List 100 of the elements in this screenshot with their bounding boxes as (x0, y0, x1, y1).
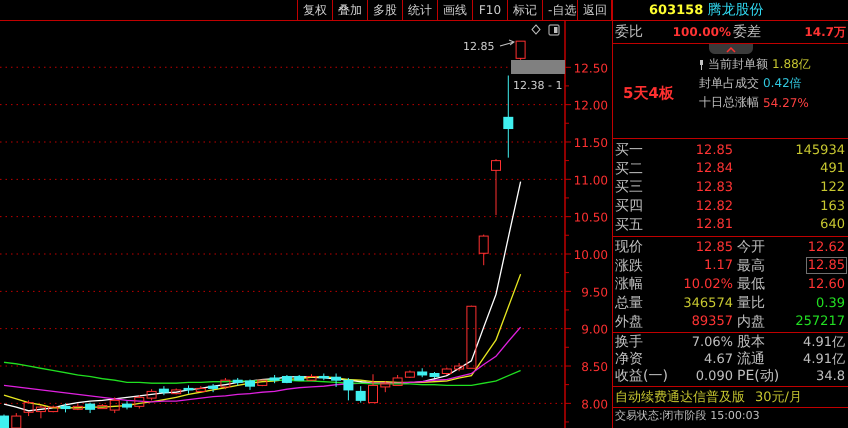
quote-value: 1.17 (703, 258, 733, 274)
bid-level-label: 买五 (615, 216, 644, 234)
bid-level-label: 买一 (615, 141, 644, 160)
limit-info-value: 1.88亿 (772, 56, 811, 73)
quote-label: 最高 (736, 256, 766, 275)
candlestick (491, 158, 501, 216)
fundamental-label: 换手 (615, 333, 644, 352)
bid-level-label: 买三 (615, 178, 644, 196)
price-axis-label: 8.00 (581, 397, 608, 412)
candlestick (232, 377, 243, 386)
quote-label: 涨幅 (615, 275, 644, 294)
limit-info-label: 当前封单额 (708, 56, 768, 73)
fundamental-value: 34.8 (815, 368, 846, 384)
panel-toggle-icon[interactable] (548, 24, 560, 36)
quote-value: 257217 (794, 314, 846, 330)
quote-label: 涨跌 (615, 256, 644, 275)
tooltip-background (511, 60, 565, 74)
price-axis-label: 11.00 (574, 173, 608, 188)
stock-name: 腾龙股份 (707, 1, 764, 19)
price-axis-label: 8.50 (581, 360, 608, 374)
candlestick (343, 377, 354, 401)
toolbar-button[interactable]: -自选 (542, 0, 577, 20)
bid-price: 12.84 (694, 161, 733, 176)
diamond-icon (531, 24, 541, 35)
limit-streak-label: 5天4板 (623, 84, 675, 103)
bid-level-label: 买四 (615, 197, 644, 216)
candlestick (257, 378, 268, 387)
candlestick (220, 377, 230, 390)
toolbar-button[interactable]: 返回 (577, 0, 612, 20)
price-axis-label: 10.00 (574, 248, 608, 262)
candlestick (146, 388, 157, 401)
price-axis-label: 9.00 (581, 322, 608, 337)
order-diff-label: 委差 (733, 23, 761, 41)
order-ratio-label: 委比 (615, 23, 643, 41)
candlestick (454, 362, 464, 372)
candlestick (36, 405, 46, 419)
bid-volume: 122 (819, 180, 846, 195)
fundamental-label: 收益(一) (615, 367, 669, 386)
fundamental-value: 0.090 (694, 368, 733, 384)
quote-label: 量比 (736, 294, 766, 312)
quote-value: 12.62 (806, 240, 846, 255)
price-axis-label: 11.50 (574, 136, 608, 150)
candlestick (442, 367, 452, 376)
candlestick (60, 402, 70, 413)
quote-label: 内盘 (736, 312, 766, 331)
candlestick (466, 305, 476, 369)
candlestick (97, 404, 108, 410)
quote-value: 12.85 (694, 240, 733, 255)
candlestick (72, 404, 83, 411)
quote-value: 10.02% (682, 276, 733, 292)
quote-label: 最低 (736, 275, 766, 294)
candlestick (24, 400, 34, 417)
candlestick (0, 414, 9, 428)
candlestick (356, 386, 366, 404)
candlestick (331, 372, 342, 388)
candlestick (184, 384, 194, 394)
bid-price: 12.81 (694, 217, 733, 232)
candlestick (85, 402, 96, 414)
fundamental-value: 4.91亿 (802, 334, 846, 352)
subscription-price: 30元/月 (755, 388, 802, 406)
quote-value: 346574 (682, 296, 733, 311)
quote-value: 89357 (690, 314, 733, 330)
stock-code: 603158 (649, 2, 704, 18)
bid-volume: 491 (819, 161, 846, 176)
candlestick (380, 380, 390, 393)
fundamental-value: 7.06% (690, 334, 733, 350)
high-price-label: 12.85 (463, 40, 494, 53)
quote-label: 现价 (615, 238, 644, 256)
candlestick (208, 383, 218, 393)
candlestick (270, 374, 280, 384)
subscription-ad-link[interactable]: 自动续费通达信普及版 (615, 388, 745, 406)
candlestick (196, 386, 206, 392)
fundamental-label: 净资 (615, 350, 644, 368)
bid-volume: 640 (819, 217, 846, 232)
candlestick (516, 40, 526, 60)
candlestick (417, 368, 428, 378)
candlestick (294, 374, 304, 381)
price-axis-label: 9.50 (581, 285, 608, 300)
candlestick (245, 378, 255, 390)
price-axis-label: 12.00 (574, 98, 608, 113)
candlestick (171, 388, 182, 395)
pointer-arrow-icon (500, 40, 516, 46)
trading-status-text: 交易状态:闭市阶段 15:00:03 (615, 408, 760, 424)
fundamental-label: 流通 (736, 350, 766, 368)
candlestick (134, 394, 144, 410)
bid-price: 12.85 (694, 142, 733, 158)
limit-info-label: 封单占成交 (699, 75, 759, 92)
bid-price: 12.83 (694, 180, 733, 195)
candlestick (430, 372, 440, 378)
bid-price: 12.82 (694, 198, 733, 214)
tooltip-range-text: 12.38 - 1 (513, 79, 562, 92)
limit-info-value: 54.27% (763, 96, 809, 110)
limit-info-value: 0.42倍 (763, 75, 802, 92)
limit-info-label: 十日总涨幅 (699, 94, 759, 111)
pin-icon (699, 60, 704, 70)
bid-volume: 163 (819, 198, 846, 214)
chevron-up-icon (726, 46, 736, 52)
order-diff-value: 14.7万 (803, 24, 846, 40)
fundamental-label: 股本 (736, 333, 766, 351)
collapse-tab[interactable] (709, 44, 753, 54)
